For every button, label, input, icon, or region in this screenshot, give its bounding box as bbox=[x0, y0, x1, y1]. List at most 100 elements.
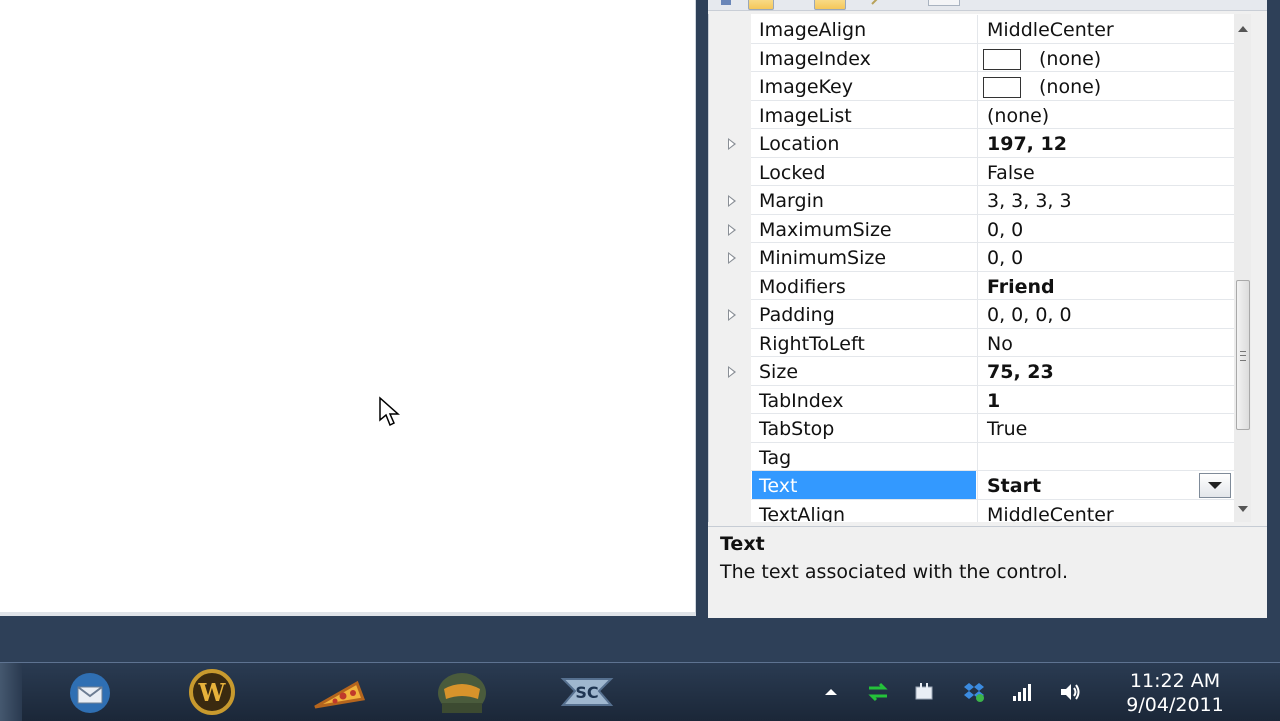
column-divider bbox=[977, 499, 978, 522]
property-row[interactable]: TabStop True bbox=[709, 414, 1251, 443]
property-name[interactable]: Tag bbox=[759, 443, 791, 472]
property-name[interactable]: Location bbox=[759, 129, 839, 158]
property-row[interactable]: TabIndex 1 bbox=[709, 385, 1251, 415]
property-row[interactable]: Padding 0, 0, 0, 0 bbox=[709, 300, 1251, 329]
property-pages-button[interactable] bbox=[928, 0, 960, 6]
property-row[interactable]: MaximumSize 0, 0 bbox=[709, 214, 1251, 244]
description-text: The text associated with the control. bbox=[720, 561, 1069, 583]
property-row[interactable]: Text Start bbox=[709, 471, 1251, 500]
property-row[interactable]: Modifiers Friend bbox=[709, 271, 1251, 301]
property-value[interactable]: (none) bbox=[1039, 72, 1101, 101]
property-name[interactable]: Text bbox=[752, 471, 976, 500]
property-row[interactable]: MinimumSize 0, 0 bbox=[709, 243, 1251, 272]
properties-window: ImageAlign MiddleCenter ImageIndex (none) Im… bbox=[708, 0, 1267, 618]
property-value[interactable]: 0, 0 bbox=[987, 215, 1023, 244]
property-name[interactable]: MaximumSize bbox=[759, 215, 892, 244]
property-row[interactable]: Location 197, 12 bbox=[709, 129, 1251, 158]
signal-icon[interactable] bbox=[1010, 680, 1034, 704]
clock-date: 9/04/2011 bbox=[1126, 694, 1224, 716]
property-name[interactable]: ImageAlign bbox=[759, 15, 866, 44]
expand-arrow-icon[interactable] bbox=[728, 252, 736, 264]
column-divider bbox=[977, 214, 978, 243]
column-divider bbox=[977, 186, 978, 215]
column-divider bbox=[977, 357, 978, 386]
property-name[interactable]: Margin bbox=[759, 186, 824, 215]
property-value[interactable]: MiddleCenter bbox=[987, 15, 1114, 44]
property-row[interactable]: Size 75, 23 bbox=[709, 357, 1251, 386]
property-value[interactable]: True bbox=[987, 414, 1027, 443]
expand-arrow-icon[interactable] bbox=[728, 309, 736, 321]
show-hidden-icons-icon[interactable] bbox=[819, 680, 843, 704]
description-pane: Text The text associated with the contro… bbox=[708, 526, 1267, 618]
scroll-down-arrow-icon[interactable] bbox=[1238, 506, 1248, 512]
property-name[interactable]: Size bbox=[759, 357, 798, 386]
scroll-thumb[interactable] bbox=[1236, 280, 1250, 430]
property-row[interactable]: ImageAlign MiddleCenter bbox=[709, 15, 1251, 44]
property-value[interactable]: 75, 23 bbox=[987, 357, 1054, 386]
property-grid: ImageAlign MiddleCenter ImageIndex (none) Im… bbox=[708, 14, 1251, 522]
system-clock[interactable]: 11:22 AM 9/04/2011 bbox=[1100, 669, 1250, 717]
form-designer-canvas[interactable] bbox=[0, 0, 696, 616]
property-row[interactable]: TextAlign MiddleCenter bbox=[709, 499, 1251, 523]
property-row[interactable]: RightToLeft No bbox=[709, 328, 1251, 358]
property-row[interactable]: Tag bbox=[709, 442, 1251, 472]
column-divider bbox=[977, 385, 978, 414]
property-row[interactable]: Margin 3, 3, 3, 3 bbox=[709, 186, 1251, 215]
property-value[interactable]: False bbox=[987, 158, 1035, 187]
property-name[interactable]: Padding bbox=[759, 300, 835, 329]
property-value[interactable]: (none) bbox=[987, 101, 1049, 130]
property-name[interactable]: MinimumSize bbox=[759, 243, 886, 272]
property-name[interactable]: TextAlign bbox=[759, 500, 845, 523]
property-name[interactable]: ImageList bbox=[759, 101, 852, 130]
image-preview-swatch bbox=[983, 48, 1021, 70]
property-row[interactable]: Locked False bbox=[709, 157, 1251, 187]
property-value[interactable]: Friend bbox=[987, 272, 1055, 301]
property-row[interactable]: ImageIndex (none) bbox=[709, 43, 1251, 73]
property-value[interactable]: 1 bbox=[987, 386, 1000, 415]
pizza-icon[interactable] bbox=[305, 669, 369, 715]
scroll-up-arrow-icon[interactable] bbox=[1238, 26, 1248, 32]
image-preview-swatch bbox=[983, 77, 1021, 98]
thunderbird-icon[interactable] bbox=[58, 669, 122, 715]
property-value[interactable]: 197, 12 bbox=[987, 129, 1067, 158]
power-icon[interactable] bbox=[913, 680, 937, 704]
dropbox-icon[interactable] bbox=[962, 680, 986, 704]
start-button[interactable] bbox=[0, 663, 22, 721]
property-value[interactable]: 0, 0, 0, 0 bbox=[987, 300, 1072, 329]
property-value[interactable]: MiddleCenter bbox=[987, 500, 1114, 523]
property-row[interactable]: ImageKey (none) bbox=[709, 72, 1251, 101]
starcraft-icon[interactable]: SC bbox=[555, 669, 619, 715]
expand-arrow-icon[interactable] bbox=[728, 138, 736, 150]
property-value[interactable]: No bbox=[987, 329, 1013, 358]
expand-arrow-icon[interactable] bbox=[728, 366, 736, 378]
property-value[interactable]: Start bbox=[987, 471, 1041, 500]
taskbar: W SC 11:22 AM 9/04/2011 bbox=[0, 662, 1280, 721]
expand-arrow-icon[interactable] bbox=[728, 195, 736, 207]
grip-icon bbox=[1240, 351, 1246, 361]
events-icon[interactable] bbox=[870, 0, 882, 6]
property-value[interactable]: 0, 0 bbox=[987, 243, 1023, 272]
property-name[interactable]: TabIndex bbox=[759, 386, 843, 415]
property-value[interactable]: (none) bbox=[1039, 44, 1101, 73]
property-name[interactable]: ImageKey bbox=[759, 72, 853, 101]
property-name[interactable]: RightToLeft bbox=[759, 329, 865, 358]
column-divider bbox=[977, 243, 978, 272]
property-name[interactable]: Locked bbox=[759, 158, 825, 187]
property-name[interactable]: ImageIndex bbox=[759, 44, 871, 73]
column-divider bbox=[977, 328, 978, 357]
expand-arrow-icon[interactable] bbox=[728, 223, 736, 236]
property-grid-scrollbar[interactable] bbox=[1234, 14, 1251, 522]
column-divider bbox=[977, 300, 978, 329]
properties-button[interactable] bbox=[814, 0, 846, 10]
categorized-icon[interactable] bbox=[720, 0, 732, 6]
property-name[interactable]: TabStop bbox=[759, 414, 834, 443]
property-value[interactable]: 3, 3, 3, 3 bbox=[987, 186, 1072, 215]
halo-icon[interactable] bbox=[430, 669, 494, 715]
value-dropdown-button[interactable] bbox=[1199, 473, 1231, 498]
property-row[interactable]: ImageList (none) bbox=[709, 100, 1251, 130]
network-activity-icon[interactable] bbox=[866, 680, 890, 704]
world-of-warcraft-icon[interactable]: W bbox=[180, 669, 244, 715]
property-name[interactable]: Modifiers bbox=[759, 272, 846, 301]
alphabetical-button[interactable] bbox=[748, 0, 774, 10]
volume-icon[interactable] bbox=[1058, 680, 1082, 704]
